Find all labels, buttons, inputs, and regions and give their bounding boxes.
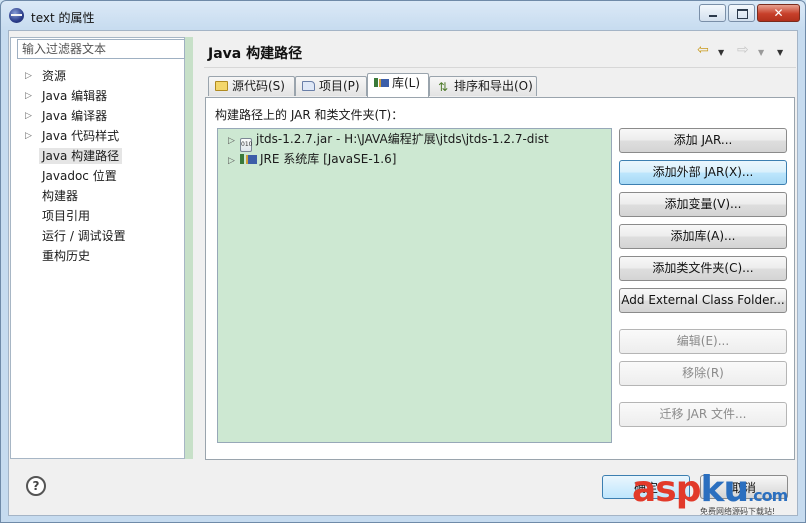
nav-item-java-editor[interactable]: ▷ Java 编辑器 xyxy=(18,86,178,106)
expand-arrow-icon[interactable]: ▷ xyxy=(25,66,32,86)
nav-item-java-compiler[interactable]: ▷ Java 编译器 xyxy=(18,106,178,126)
expand-arrow-icon[interactable]: ▷ xyxy=(228,151,240,171)
jre-library-icon xyxy=(240,152,257,165)
tab-source[interactable]: 源代码(S) xyxy=(208,76,295,96)
tab-label: 库(L) xyxy=(392,76,421,90)
nav-item-java-code-style[interactable]: ▷ Java 代码样式 xyxy=(18,126,178,146)
nav-item-label: 项目引用 xyxy=(42,209,91,223)
watermark-com: .com xyxy=(748,486,788,505)
close-button[interactable]: ✕ xyxy=(757,4,800,22)
nav-item-refactoring-history[interactable]: 重构历史 xyxy=(18,246,178,266)
eclipse-icon xyxy=(9,8,24,23)
minimize-button[interactable] xyxy=(699,4,726,22)
nav-item-label: 构建器 xyxy=(42,189,79,203)
filter-input[interactable] xyxy=(17,39,185,59)
preference-nav-list: ▷ 资源 ▷ Java 编辑器 ▷ Java 编译器 ▷ Java 代码样式 Java … xyxy=(18,66,178,266)
history-navigation: ⇦ ▼ ⇨ ▼ ▼ xyxy=(697,43,793,59)
expand-arrow-icon[interactable]: ▷ xyxy=(228,131,240,151)
nav-item-java-build-path[interactable]: Java 构建路径 xyxy=(18,146,178,166)
nav-item-run-debug-settings[interactable]: 运行 / 调试设置 xyxy=(18,226,178,246)
order-export-icon: ⇅ xyxy=(437,80,449,94)
remove-button[interactable]: 移除(R) xyxy=(619,361,787,386)
edit-button[interactable]: 编辑(E)... xyxy=(619,329,787,354)
watermark-ku: ku xyxy=(700,469,750,510)
tab-label: 项目(P) xyxy=(319,79,360,93)
nav-item-label: Java 编辑器 xyxy=(42,89,108,103)
nav-item-javadoc-location[interactable]: Javadoc 位置 xyxy=(18,166,178,186)
nav-item-label: Javadoc 位置 xyxy=(42,169,117,183)
expand-arrow-icon[interactable]: ▷ xyxy=(25,106,32,126)
tab-libraries[interactable]: 库(L) xyxy=(367,73,429,97)
page-title: Java 构建路径 xyxy=(208,46,303,62)
pane-sash[interactable] xyxy=(185,37,193,459)
tree-row-label: jtds-1.2.7.jar - H:\JAVA编程扩展\jtds\jtds-1… xyxy=(256,132,549,146)
maximize-icon xyxy=(737,9,748,19)
tree-row-label: JRE 系统库 [JavaSE-1.6] xyxy=(260,152,397,166)
tab-label: 排序和导出(O) xyxy=(454,79,533,93)
site-watermark: aspku.com 免费网络源码下载站! xyxy=(632,470,802,520)
library-icon xyxy=(374,76,389,88)
nav-item-label: 运行 / 调试设置 xyxy=(42,229,126,243)
add-class-folder-button[interactable]: 添加类文件夹(C)... xyxy=(619,256,787,281)
add-external-jar-button[interactable]: 添加外部 JAR(X)... xyxy=(619,160,787,185)
add-jar-button[interactable]: 添加 JAR... xyxy=(619,128,787,153)
nav-item-resource[interactable]: ▷ 资源 xyxy=(18,66,178,86)
title-bar[interactable]: text 的属性 ✕ xyxy=(1,1,805,31)
forward-arrow-icon[interactable]: ⇨ xyxy=(737,43,749,57)
nav-item-project-references[interactable]: 项目引用 xyxy=(18,206,178,226)
tree-row-jre-library[interactable]: ▷ JRE 系统库 [JavaSE-1.6] xyxy=(228,149,396,169)
header-divider xyxy=(204,67,796,68)
expand-arrow-icon[interactable]: ▷ xyxy=(25,126,32,146)
tab-projects[interactable]: 项目(P) xyxy=(295,76,367,96)
watermark-asp: asp xyxy=(632,469,701,510)
close-icon: ✕ xyxy=(773,6,784,20)
watermark-tagline: 免费网络源码下载站! xyxy=(700,507,776,516)
back-dropdown-icon[interactable]: ▼ xyxy=(718,46,724,60)
help-icon[interactable]: ? xyxy=(26,476,46,496)
tab-order-export[interactable]: ⇅ 排序和导出(O) xyxy=(429,76,537,96)
forward-dropdown-icon[interactable]: ▼ xyxy=(758,46,764,60)
window-title: text 的属性 xyxy=(31,11,95,25)
project-icon xyxy=(302,81,315,91)
nav-item-label: 重构历史 xyxy=(42,249,91,263)
add-variable-button[interactable]: 添加变量(V)... xyxy=(619,192,787,217)
expand-arrow-icon[interactable]: ▷ xyxy=(25,86,32,106)
minimize-icon xyxy=(709,15,717,17)
nav-item-label: Java 代码样式 xyxy=(42,129,120,143)
add-external-class-folder-button[interactable]: Add External Class Folder... xyxy=(619,288,787,313)
tab-label: 源代码(S) xyxy=(232,79,285,93)
source-folder-icon xyxy=(215,81,228,91)
nav-item-label: Java 构建路径 xyxy=(39,148,123,164)
migrate-jar-button[interactable]: 迁移 JAR 文件... xyxy=(619,402,787,427)
tree-row-jtds-jar[interactable]: ▷ 010 jtds-1.2.7.jar - H:\JAVA编程扩展\jtds\jt… xyxy=(228,129,549,152)
build-path-tree[interactable]: ▷ 010 jtds-1.2.7.jar - H:\JAVA编程扩展\jtds\jt… xyxy=(217,128,612,443)
back-arrow-icon[interactable]: ⇦ xyxy=(697,43,709,57)
nav-item-builders[interactable]: 构建器 xyxy=(18,186,178,206)
add-library-button[interactable]: 添加库(A)... xyxy=(619,224,787,249)
libraries-caption: 构建路径上的 JAR 和类文件夹(T)： xyxy=(215,108,404,122)
nav-item-label: 资源 xyxy=(42,69,67,83)
maximize-button[interactable] xyxy=(728,4,755,22)
view-menu-icon[interactable]: ▼ xyxy=(777,46,783,60)
nav-item-label: Java 编译器 xyxy=(42,109,108,123)
